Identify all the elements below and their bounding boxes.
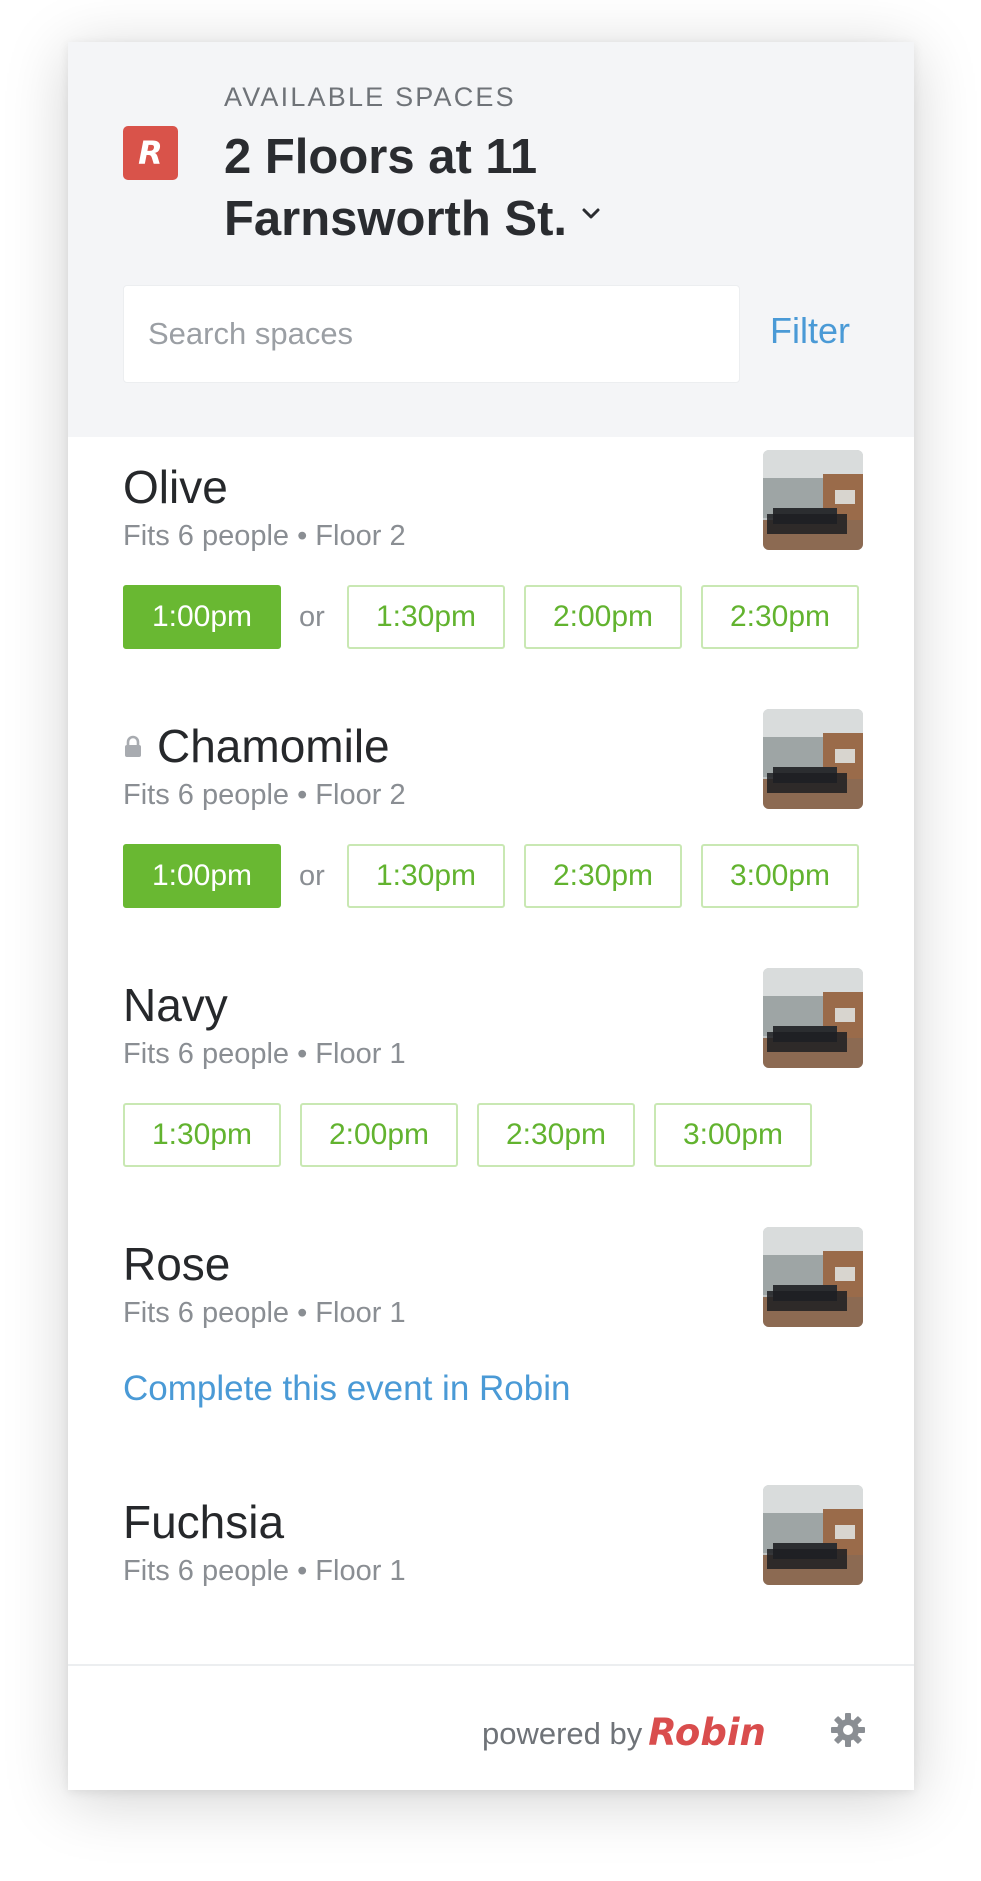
location-title: 2 Floors at 11 Farnsworth St.: [224, 130, 568, 246]
room-meta: Fits 6 people • Floor 2: [123, 779, 406, 811]
room-name: Olive: [123, 461, 228, 513]
room-name: Chamomile: [157, 720, 390, 772]
time-slot[interactable]: 2:00pm: [300, 1103, 458, 1167]
room-thumbnail: [763, 1485, 863, 1585]
time-slot[interactable]: 1:30pm: [123, 1103, 281, 1167]
panel-header: R AVAILABLE SPACES 2 Floors at 11 Farnsw…: [68, 42, 914, 437]
room-meta: Fits 6 people • Floor 2: [123, 520, 406, 552]
room-meta: Fits 6 people • Floor 1: [123, 1038, 406, 1070]
time-slot[interactable]: 1:30pm: [347, 844, 505, 908]
room-name: Fuchsia: [123, 1496, 285, 1548]
panel-footer: powered by Robin: [68, 1664, 914, 1790]
lock-icon: [125, 735, 141, 757]
time-slot[interactable]: 2:30pm: [701, 585, 859, 649]
room-thumbnail: [763, 968, 863, 1068]
filter-button[interactable]: Filter: [770, 310, 850, 352]
room-name: Rose: [123, 1238, 231, 1290]
robin-brand-logo: Robin: [648, 1711, 766, 1754]
time-slot[interactable]: 3:00pm: [701, 844, 859, 908]
time-slot[interactable]: 3:00pm: [654, 1103, 812, 1167]
gear-icon[interactable]: [828, 1710, 868, 1750]
time-slot[interactable]: 2:30pm: [477, 1103, 635, 1167]
time-slot[interactable]: 2:00pm: [524, 585, 682, 649]
room-thumbnail: [763, 450, 863, 550]
room-meta: Fits 6 people • Floor 1: [123, 1555, 406, 1587]
room-thumbnail: [763, 709, 863, 809]
search-input[interactable]: [123, 285, 740, 383]
or-label: or: [299, 860, 325, 892]
time-slot[interactable]: 2:30pm: [524, 844, 682, 908]
room-name-row: Chamomile: [123, 719, 390, 773]
complete-in-robin-link[interactable]: Complete this event in Robin: [123, 1369, 570, 1409]
room-thumbnail: [763, 1227, 863, 1327]
powered-by-label: powered by: [482, 1716, 643, 1751]
powered-by: powered by Robin: [482, 1710, 766, 1754]
location-selector[interactable]: 2 Floors at 11 Farnsworth St.: [224, 126, 744, 250]
time-slot[interactable]: 1:30pm: [347, 585, 505, 649]
spaces-panel: R AVAILABLE SPACES 2 Floors at 11 Farnsw…: [68, 42, 914, 1790]
or-label: or: [299, 601, 325, 633]
robin-logo-icon: R: [123, 126, 178, 180]
chevron-down-icon: [582, 208, 600, 219]
room-name: Navy: [123, 979, 228, 1031]
room-meta: Fits 6 people • Floor 1: [123, 1297, 406, 1329]
time-slot-primary[interactable]: 1:00pm: [123, 585, 281, 649]
section-eyebrow: AVAILABLE SPACES: [224, 82, 516, 112]
time-slot-primary[interactable]: 1:00pm: [123, 844, 281, 908]
